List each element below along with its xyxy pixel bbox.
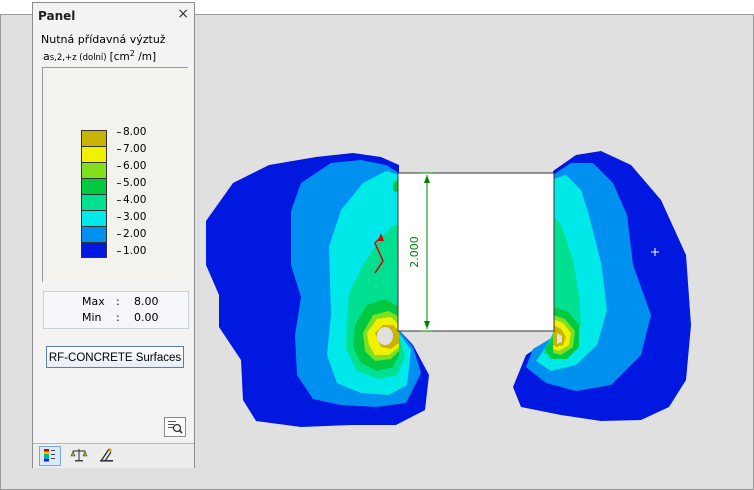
legend-label: 4.00 <box>117 192 146 209</box>
max-colon: : <box>116 295 120 308</box>
min-value: 0.00 <box>134 311 159 324</box>
quantity-symbol: a <box>43 50 50 64</box>
central-opening[interactable] <box>397 172 555 332</box>
result-panel: Panel × Nutná přídavná výztuž as,2,+z (d… <box>32 2 195 468</box>
legend-swatch <box>81 178 107 194</box>
legend-swatch <box>81 194 107 210</box>
legend-label: 8.00 <box>117 124 146 141</box>
legend-labels: 8.00 7.00 6.00 5.00 4.00 3.00 2.00 1.00 <box>117 124 146 260</box>
view-tab[interactable] <box>97 446 119 466</box>
dimension-label: 2.000 <box>408 236 421 268</box>
min-row: Min : 0.00 <box>44 311 188 327</box>
view-tab-icon <box>100 448 113 462</box>
legend-label: 2.00 <box>117 226 146 243</box>
panel-tab-bar <box>33 443 194 468</box>
result-quantity-symbol: as,2,+z (dolní) [cm2 /m] <box>43 49 156 63</box>
legend-swatch <box>81 146 107 162</box>
legend-swatch <box>81 242 107 258</box>
legend-swatch <box>81 210 107 226</box>
left-contour-region <box>206 153 429 427</box>
legend-label: 6.00 <box>117 158 146 175</box>
max-value: 8.00 <box>134 295 159 308</box>
max-label: Max <box>82 295 105 308</box>
quantity-subscript: s,2,+z (dolní) <box>49 53 107 64</box>
legend-swatch <box>81 226 107 242</box>
quantity-unit-end: /m] <box>134 51 157 64</box>
legend-label: 7.00 <box>117 141 146 158</box>
legend-label: 5.00 <box>117 175 146 192</box>
balance-tab[interactable] <box>69 446 91 466</box>
result-quantity-title: Nutná přídavná výztuž <box>41 33 166 46</box>
balance-tab-icon <box>70 449 88 462</box>
color-legend: 8.00 7.00 6.00 5.00 4.00 3.00 2.00 1.00 <box>42 67 188 282</box>
rf-concrete-surfaces-button[interactable]: RF-CONCRETE Surfaces <box>46 346 184 368</box>
zoom-legend-button[interactable] <box>164 417 186 437</box>
legend-color-scale <box>81 130 107 258</box>
color-scale-tab[interactable] <box>39 446 61 466</box>
max-min-summary: Max : 8.00 Min : 0.00 <box>43 291 189 329</box>
quantity-unit: [cm <box>109 51 130 64</box>
min-colon: : <box>116 311 120 324</box>
left-opening-marker <box>377 327 393 345</box>
legend-swatch <box>81 162 107 178</box>
legend-label: 1.00 <box>117 243 146 260</box>
min-label: Min <box>82 311 102 324</box>
close-icon[interactable]: × <box>177 6 189 22</box>
legend-label: 3.00 <box>117 209 146 226</box>
max-row: Max : 8.00 <box>44 295 188 311</box>
legend-swatch <box>81 130 107 146</box>
panel-title: Panel <box>38 9 76 23</box>
color-scale-tab-icon <box>44 449 55 462</box>
magnifier-icon <box>168 421 183 434</box>
